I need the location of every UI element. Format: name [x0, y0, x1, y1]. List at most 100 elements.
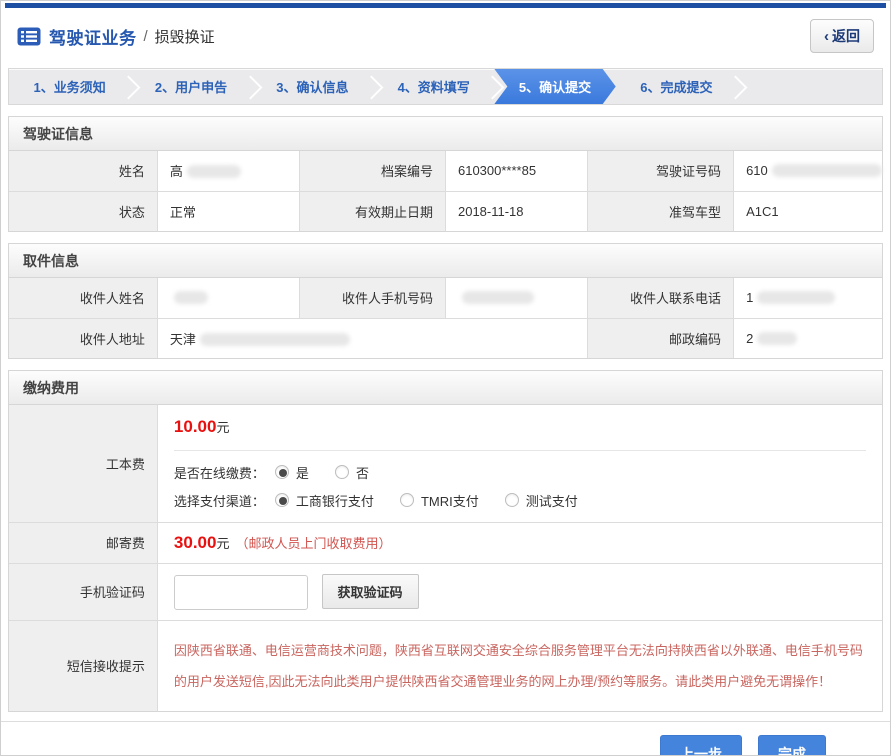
field-label: 有效期止日期: [300, 191, 446, 231]
divider: [174, 450, 866, 451]
license-info-table: 姓名高档案编号610300****85驾驶证号码610状态正常有效期止日期201…: [9, 151, 882, 231]
table-row: 姓名高档案编号610300****85驾驶证号码610: [9, 151, 882, 191]
field-value: [445, 278, 587, 318]
footer-actions: 上一步 完成: [1, 721, 890, 756]
field-value: 高: [157, 151, 299, 191]
page-title: 驾驶证业务: [49, 24, 137, 49]
step-progress-bar: 1、业务须知2、用户申告3、确认信息4、资料填写5、确认提交6、完成提交: [8, 68, 883, 105]
field-value: 610300****85: [445, 151, 587, 191]
redacted-value: [200, 333, 350, 346]
field-label: 邮寄费: [9, 522, 157, 563]
redacted-value: [757, 332, 797, 345]
redacted-value: [757, 291, 835, 304]
sms-notice-text: 因陕西省联通、电信运营商技术问题，陕西省互联网交通安全综合服务管理平台无法向持陕…: [174, 631, 866, 701]
breadcrumb: 驾驶证业务 / 损毁换证: [17, 24, 215, 49]
fees-table: 工本费 10.00元 是否在线缴费： 是否 选择支付渠道： 工商银行支付TMRI…: [9, 405, 882, 711]
radio-selected-icon[interactable]: [275, 493, 289, 507]
page: 驾驶证业务 / 损毁换证 ‹ 返回 1、业务须知2、用户申告3、确认信息4、资料…: [0, 0, 891, 756]
table-row: 邮寄费 30.00元（邮政人员上门收取费用）: [9, 522, 882, 563]
field-label: 状态: [9, 191, 157, 231]
radio-option-label: 是: [296, 463, 309, 482]
table-row: 短信接收提示 因陕西省联通、电信运营商技术问题，陕西省互联网交通安全综合服务管理…: [9, 620, 882, 711]
radio-option-label: 否: [356, 463, 369, 482]
step-1[interactable]: 1、业务须知: [9, 69, 130, 104]
field-value: 天津: [157, 318, 587, 358]
redacted-value: [772, 164, 882, 177]
payment-channel-question: 选择支付渠道：: [174, 491, 265, 510]
info-sections: 驾驶证信息姓名高档案编号610300****85驾驶证号码610状态正常有效期止…: [1, 116, 890, 359]
production-fee-amount: 10.00元: [174, 417, 866, 437]
radio-option[interactable]: 否: [335, 463, 369, 482]
table-row: 状态正常有效期止日期2018-11-18准驾车型A1C1: [9, 191, 882, 231]
radio-unselected-icon[interactable]: [400, 493, 414, 507]
field-value: 2018-11-18: [445, 191, 587, 231]
production-fee-cell: 10.00元 是否在线缴费： 是否 选择支付渠道： 工商银行支付TMRI支付测试…: [157, 405, 882, 522]
radio-option[interactable]: 是: [275, 463, 309, 482]
redacted-value: [187, 165, 241, 178]
breadcrumb-current: 损毁换证: [155, 26, 215, 47]
field-label: 驾驶证号码: [588, 151, 734, 191]
back-button[interactable]: ‹ 返回: [810, 19, 874, 53]
radio-option-label: 工商银行支付: [296, 491, 374, 510]
postage-fee-note: （邮政人员上门收取费用）: [235, 536, 391, 551]
field-value: 2: [734, 318, 882, 358]
online-payment-question: 是否在线缴费：: [174, 463, 265, 482]
radio-option[interactable]: 工商银行支付: [275, 491, 374, 510]
back-button-label: 返回: [832, 26, 860, 46]
previous-step-button[interactable]: 上一步: [660, 735, 742, 756]
sms-code-input[interactable]: [174, 575, 308, 610]
step-2[interactable]: 2、用户申告: [130, 69, 251, 104]
pickup-info-table: 收件人姓名收件人手机号码收件人联系电话1收件人地址天津邮政编码2: [9, 278, 882, 358]
field-label: 档案编号: [300, 151, 446, 191]
section-license-info: 驾驶证信息姓名高档案编号610300****85驾驶证号码610状态正常有效期止…: [8, 116, 883, 232]
payment-channel-row: 选择支付渠道： 工商银行支付 TMRI支付 测试支付: [174, 491, 866, 510]
field-label: 收件人地址: [9, 318, 157, 358]
section-title-fees: 缴纳费用: [9, 371, 882, 405]
sms-notice-cell: 因陕西省联通、电信运营商技术问题，陕西省互联网交通安全综合服务管理平台无法向持陕…: [157, 620, 882, 711]
online-payment-row: 是否在线缴费： 是否: [174, 463, 866, 482]
radio-option[interactable]: TMRI支付: [400, 491, 479, 510]
radio-unselected-icon[interactable]: [335, 465, 349, 479]
postage-fee-cell: 30.00元（邮政人员上门收取费用）: [157, 522, 882, 563]
radio-unselected-icon[interactable]: [505, 493, 519, 507]
radio-selected-icon[interactable]: [275, 465, 289, 479]
field-value: [157, 278, 299, 318]
payment-channel-radio-group: 工商银行支付 TMRI支付 测试支付: [275, 491, 604, 510]
radio-option-label: TMRI支付: [421, 491, 479, 510]
field-value: 1: [734, 278, 882, 318]
step-6[interactable]: 6、完成提交: [616, 69, 737, 104]
header: 驾驶证业务 / 损毁换证 ‹ 返回: [1, 8, 890, 62]
field-label: 收件人手机号码: [300, 278, 446, 318]
field-label: 邮政编码: [588, 318, 734, 358]
field-value: 610: [734, 151, 882, 191]
section-pickup-info: 取件信息收件人姓名收件人手机号码收件人联系电话1收件人地址天津邮政编码2: [8, 243, 883, 359]
field-label: 收件人联系电话: [588, 278, 734, 318]
radio-option-label: 测试支付: [526, 491, 578, 510]
list-icon: [17, 27, 41, 46]
field-label: 姓名: [9, 151, 157, 191]
table-row: 收件人姓名 收件人手机号码 收件人联系电话1: [9, 278, 882, 318]
chevron-left-icon: ‹: [824, 29, 829, 44]
field-label: 收件人姓名: [9, 278, 157, 318]
field-label: 短信接收提示: [9, 620, 157, 711]
step-3[interactable]: 3、确认信息: [252, 69, 373, 104]
field-label: 准驾车型: [588, 191, 734, 231]
section-title-license-info: 驾驶证信息: [9, 117, 882, 151]
field-label: 工本费: [9, 405, 157, 522]
breadcrumb-separator: /: [144, 28, 148, 45]
step-4[interactable]: 4、资料填写: [373, 69, 494, 104]
step-5[interactable]: 5、确认提交: [494, 69, 615, 104]
redacted-value: [174, 291, 208, 304]
online-payment-radio-group: 是否: [275, 463, 395, 482]
table-row: 手机验证码 获取验证码: [9, 563, 882, 620]
table-row: 收件人地址天津邮政编码2: [9, 318, 882, 358]
section-title-pickup-info: 取件信息: [9, 244, 882, 278]
finish-button[interactable]: 完成: [758, 735, 826, 756]
table-row: 工本费 10.00元 是否在线缴费： 是否 选择支付渠道： 工商银行支付TMRI…: [9, 405, 882, 522]
field-value: 正常: [157, 191, 299, 231]
section-fees: 缴纳费用 工本费 10.00元 是否在线缴费： 是否 选择支付渠道： 工商银: [8, 370, 883, 712]
redacted-value: [462, 291, 534, 304]
radio-option[interactable]: 测试支付: [505, 491, 578, 510]
sms-code-cell: 获取验证码: [157, 563, 882, 620]
get-code-button[interactable]: 获取验证码: [322, 574, 419, 609]
